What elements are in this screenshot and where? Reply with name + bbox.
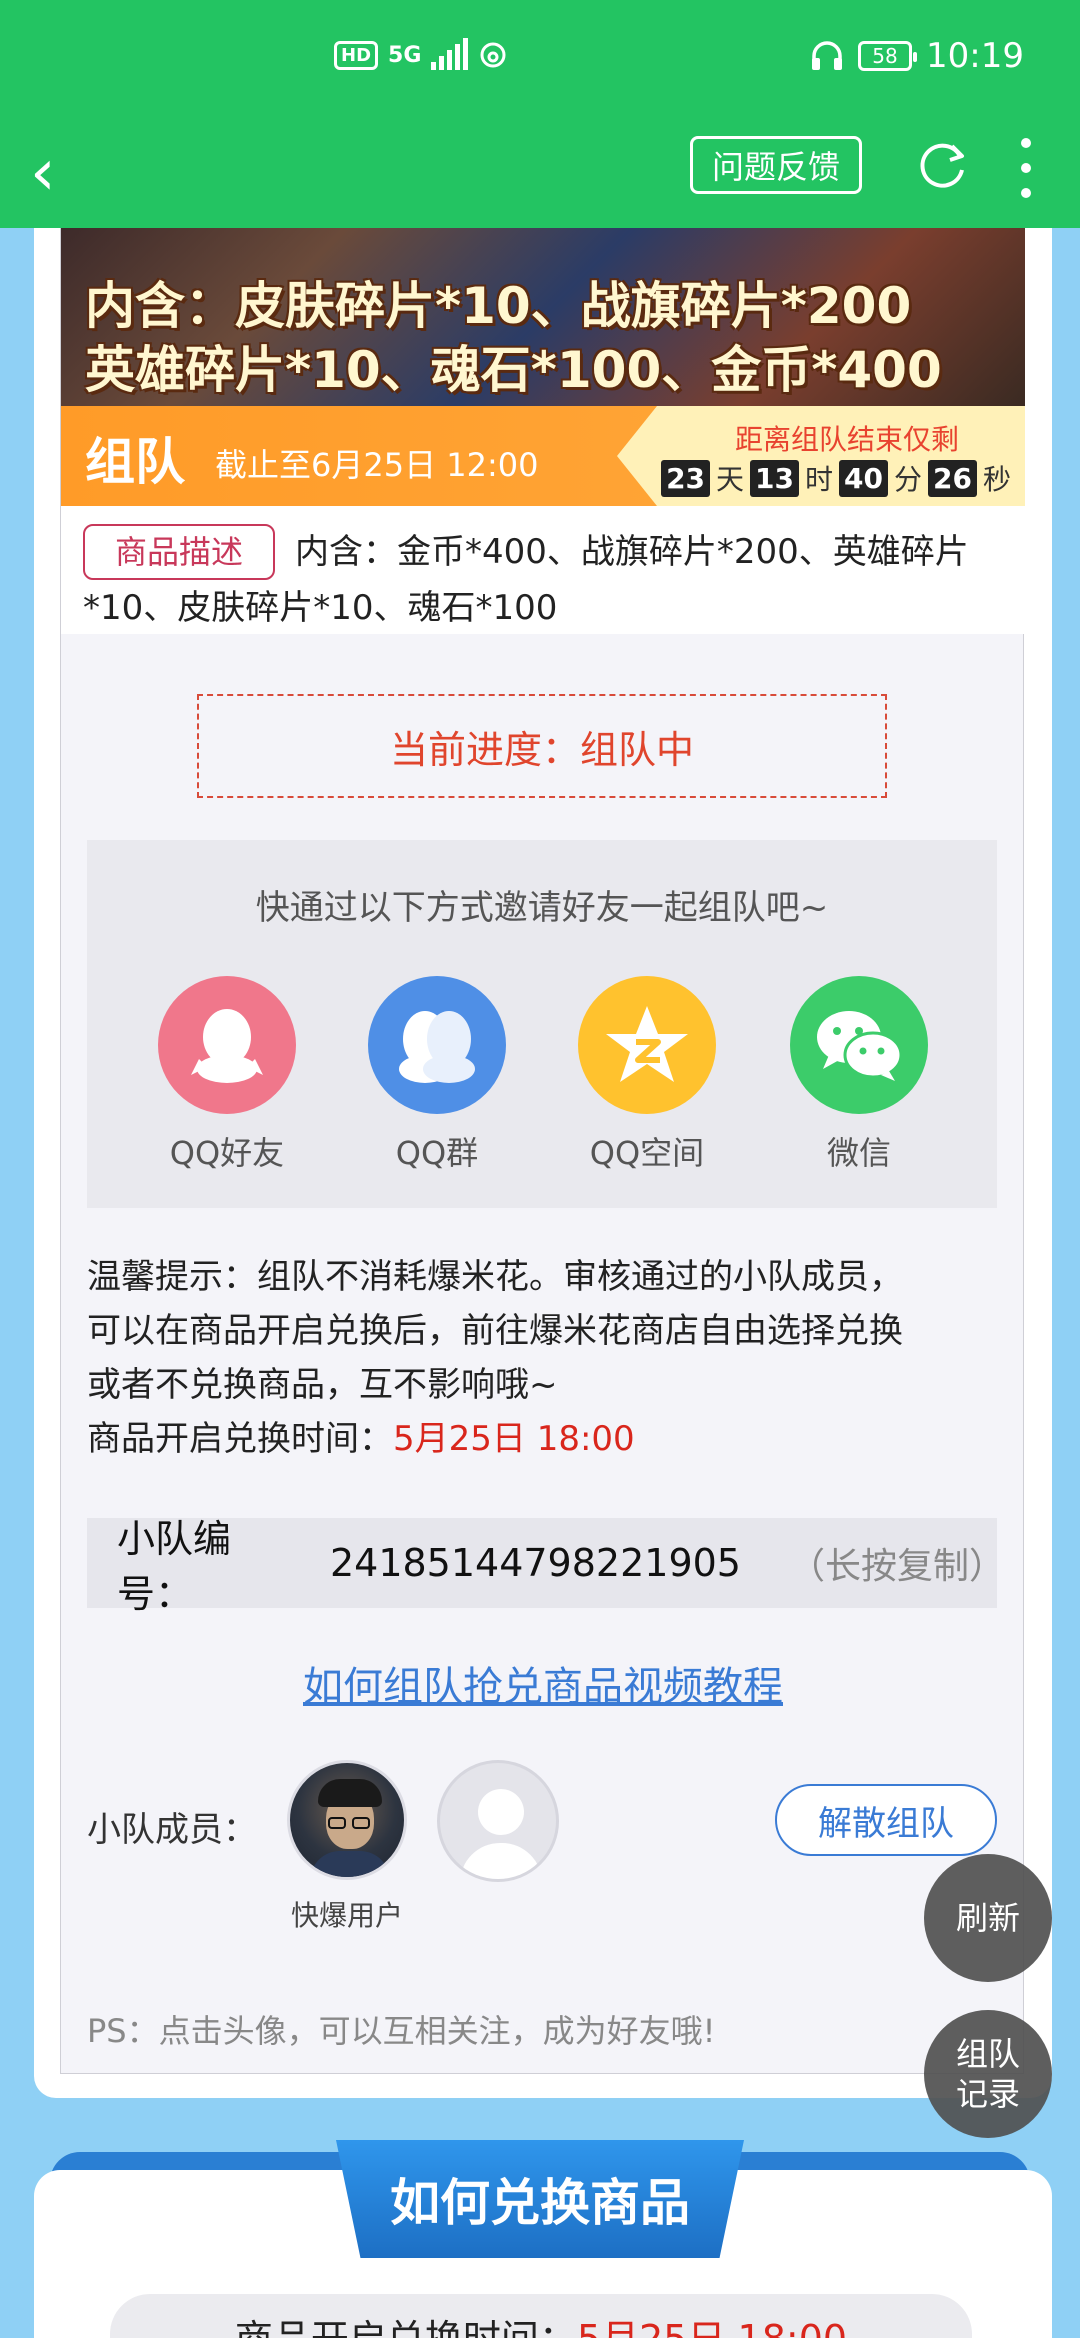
records-label: 组队 [955,2035,1020,2073]
network-indicators: HD 5G [334,38,508,70]
share-label: QQ群 [395,1134,479,1172]
section-time-value: 5月25日 18:00 [577,2308,847,2338]
exchange-time-row: 商品开启兑换时间：5月25日 18:00 [87,1412,1007,1466]
team-number-value[interactable]: 24185144798221905 [330,1541,741,1585]
countdown-hours: 13 [750,459,800,497]
tips-line: 可以在商品开启兑换后，前往爆米花商店自由选择兑换 [87,1311,903,1351]
share-label: QQ空间 [589,1134,705,1172]
product-card: 内含：皮肤碎片*10、战旗碎片*200 英雄碎片*10、魂石*100、金币*40… [60,228,1025,2074]
countdown: 距离组队结束仅剩 23 天 13 时 40 分 26 秒 [617,406,1025,506]
team-records-button[interactable]: 组队 记录 [924,2010,1052,2138]
battery-icon: 58 [858,41,918,71]
section-exchange-time: 商品开启兑换时间：5月25日 18:00 [110,2294,972,2338]
disband-button[interactable]: 解散组队 [775,1784,997,1856]
qq-friend-icon[interactable] [158,976,296,1114]
avatar[interactable] [287,1760,407,1880]
share-qzone[interactable]: QQ空间 [577,976,717,1174]
wechat-icon[interactable] [790,976,928,1114]
section-title: 如何兑换商品 [336,2140,744,2258]
signal-icon [431,38,469,70]
section-time-label: 商品开启兑换时间： [235,2308,577,2338]
qzone-icon[interactable] [578,976,716,1114]
feedback-button[interactable]: 问题反馈 [690,136,862,194]
countdown-seconds: 26 [928,459,977,497]
ps-note: PS：点击头像，可以互相关注，成为好友哦! [87,2012,716,2050]
nfc-icon [480,42,506,68]
team-number-label: 小队编号： [117,1517,232,1616]
exchange-time-value: 5月25日 18:00 [393,1419,635,1459]
countdown-unit: 秒 [982,463,1011,496]
countdown-minutes: 40 [839,459,888,497]
share-qq-friend[interactable]: QQ好友 [157,976,297,1174]
clock: 10:19 [926,36,1024,76]
countdown-label: 距离组队结束仅剩 [734,423,959,456]
hd-icon: HD [334,40,379,70]
tips-line: 温馨提示：组队不消耗爆米花。审核通过的小队成员， [87,1257,903,1297]
team-deadline: 截止至6月25日 12:00 [215,446,539,484]
team-bar: 组队 截止至6月25日 12:00 距离组队结束仅剩 23 天 13 时 40 分 2… [61,406,1025,506]
team-tag: 组队 [85,433,185,491]
countdown-unit: 时 [805,463,834,496]
status-right: 58 10:19 [810,36,1024,76]
status-bar: HD 5G 58 10:19 [0,0,1080,120]
refresh-button[interactable]: 刷新 [924,1854,1052,1982]
refresh-icon[interactable] [916,138,970,192]
team-number-row[interactable]: 小队编号： 24185144798221905 （长按复制） [87,1517,1005,1616]
headphones-icon [812,41,843,70]
product-banner: 内含：皮肤碎片*10、战旗碎片*200 英雄碎片*10、魂石*100、金币*40… [61,228,1025,406]
progress-status: 当前进度：组队中 [197,694,887,798]
share-wechat[interactable]: 微信 [789,976,929,1174]
records-label: 记录 [955,2075,1020,2113]
tutorial-link[interactable]: 如何组队抢兑商品视频教程 [61,1654,1025,1712]
more-icon[interactable] [1016,138,1036,198]
banner-line-2: 英雄碎片*10、魂石*100、金币*400 [85,341,942,399]
members-label: 小队成员： [87,1810,257,1850]
description-badge: 商品描述 [83,524,276,580]
share-label: 微信 [826,1134,891,1172]
back-icon[interactable]: ‹ [30,138,90,208]
copy-hint: （长按复制） [788,1546,1005,1587]
tips-line: 或者不兑换商品，互不影响哦~ [87,1365,558,1405]
product-description: 商品描述 内含：金币*400、战旗碎片*200、英雄碎片*10、皮肤碎片*10、魂… [61,506,1025,634]
qq-group-icon[interactable] [368,976,506,1114]
countdown-days: 23 [661,459,711,497]
share-qq-group[interactable]: QQ群 [367,976,507,1174]
empty-avatar[interactable] [437,1760,559,1882]
member-name: 快爆用户 [290,1899,403,1932]
banner-line-1: 内含：皮肤碎片*10、战旗碎片*200 [85,277,912,335]
countdown-unit: 分 [894,463,923,496]
invite-title: 快通过以下方式邀请好友一起组队吧~ [255,888,829,928]
invite-panel: 快通过以下方式邀请好友一起组队吧~ QQ好友 QQ群 QQ空间 微信 [87,840,997,1208]
network-type: 5G [388,42,422,68]
exchange-time-label: 商品开启兑换时间： [87,1419,393,1459]
tips-text: 温馨提示：组队不消耗爆米花。审核通过的小队成员， 可以在商品开启兑换后，前往爆米… [87,1250,1007,1466]
countdown-unit: 天 [716,463,745,496]
countdown-values: 23 天 13 时 40 分 26 秒 [661,458,1011,498]
share-label: QQ好友 [169,1134,285,1172]
top-bar: HD 5G 58 10:19 ‹ 问题反馈 [0,0,1080,228]
app-bar: ‹ 问题反馈 [0,120,1080,228]
